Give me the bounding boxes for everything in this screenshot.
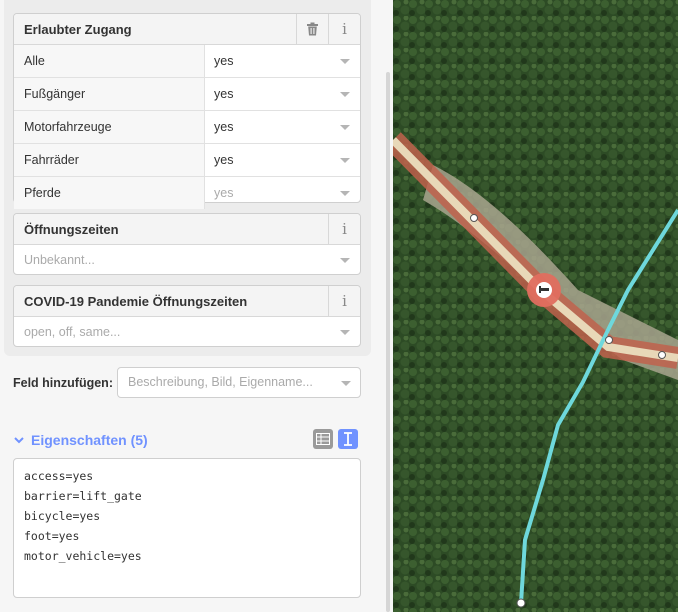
access-row-label: Motorfahrzeuge [14,111,205,143]
access-row-label: Alle [14,45,205,77]
trash-icon [307,22,318,36]
add-field-placeholder: Beschreibung, Bild, Eigenname... [128,375,313,389]
add-field-input[interactable]: Beschreibung, Bild, Eigenname... [117,367,361,398]
chevron-down-icon [340,59,350,64]
tag-line: foot=yes [24,529,80,543]
chevron-down-icon [340,258,350,263]
covid-hours-title: COVID-19 Pandemie Öffnungszeiten [24,293,248,309]
access-delete-button[interactable] [296,14,328,44]
inspector-sidebar: Erlaubter Zugang i Alle yes Fußgänger ye… [0,0,383,612]
tag-text-area[interactable]: access=yes barrier=lift_gate bicycle=yes… [13,458,361,598]
access-row-value: yes [214,120,234,134]
chevron-down-icon [340,191,350,196]
tag-line: access=yes [24,469,94,483]
tag-line: motor_vehicle=yes [24,549,142,563]
access-row-value: yes [214,186,234,200]
opening-hours-field: Öffnungszeiten i Unbekannt... [13,213,361,275]
access-row-value: yes [214,54,234,68]
chevron-down-icon [14,437,24,444]
access-field: Erlaubter Zugang i Alle yes Fußgänger ye… [13,13,361,209]
access-row-label: Fußgänger [14,78,205,110]
access-row-value: yes [214,87,234,101]
chevron-down-icon [341,380,351,386]
map-view[interactable] [393,0,678,612]
list-view-button[interactable] [313,429,333,449]
path-endpoint[interactable] [516,598,526,608]
chevron-down-icon [340,125,350,130]
scrollbar-thumb[interactable] [386,72,390,612]
access-row-fussganger: Fußgänger yes [14,77,360,110]
access-info-button[interactable]: i [328,14,360,44]
access-row-select[interactable]: yes [205,177,360,209]
access-row-alle: Alle yes [14,45,360,77]
road-vertex[interactable] [605,336,613,344]
properties-toggle[interactable]: Eigenschaften (5) [13,429,361,451]
access-row-select[interactable]: yes [205,45,360,77]
access-field-header: Erlaubter Zugang i [14,14,360,45]
properties-title: Eigenschaften (5) [31,432,148,448]
access-row-select[interactable]: yes [205,144,360,176]
info-icon: i [342,220,347,238]
chevron-down-icon [340,158,350,163]
access-field-title: Erlaubter Zugang [24,21,132,37]
covid-hours-placeholder: open, off, same... [24,325,121,339]
access-row-select[interactable]: yes [205,78,360,110]
tag-line: bicycle=yes [24,509,101,523]
info-icon: i [342,20,347,38]
add-field-label: Feld hinzufügen: [13,376,113,390]
access-row-motorfahrzeuge: Motorfahrzeuge yes [14,110,360,143]
access-row-pferde: Pferde yes [14,176,360,209]
opening-hours-info-button[interactable]: i [328,214,360,244]
opening-hours-input[interactable]: Unbekannt... [14,245,360,275]
opening-hours-placeholder: Unbekannt... [24,253,95,267]
covid-hours-header: COVID-19 Pandemie Öffnungszeiten i [14,286,360,317]
road-vertex[interactable] [658,351,666,359]
access-row-select[interactable]: yes [205,111,360,143]
sidebar-scrollbar[interactable] [383,0,393,612]
access-row-label: Pferde [14,177,205,209]
access-rows: Alle yes Fußgänger yes Motorfahrzeuge ye… [14,45,360,209]
lift-gate-marker[interactable] [527,273,561,307]
access-row-value: yes [214,153,234,167]
covid-hours-info-button[interactable]: i [328,286,360,316]
access-row-label: Fahrräder [14,144,205,176]
access-row-fahrraeder: Fahrräder yes [14,143,360,176]
table-view-icon [316,433,330,445]
info-icon: i [342,292,347,310]
map-canvas [393,0,678,612]
road-vertex[interactable] [470,214,478,222]
tag-line: barrier=lift_gate [24,489,142,503]
text-view-button[interactable] [338,429,358,449]
text-view-icon [344,432,352,446]
opening-hours-header: Öffnungszeiten i [14,214,360,245]
chevron-down-icon [340,330,350,335]
chevron-down-icon [340,92,350,97]
forest-background [393,0,678,612]
covid-hours-input[interactable]: open, off, same... [14,317,360,347]
opening-hours-title: Öffnungszeiten [24,221,119,237]
covid-hours-field: COVID-19 Pandemie Öffnungszeiten i open,… [13,285,361,347]
